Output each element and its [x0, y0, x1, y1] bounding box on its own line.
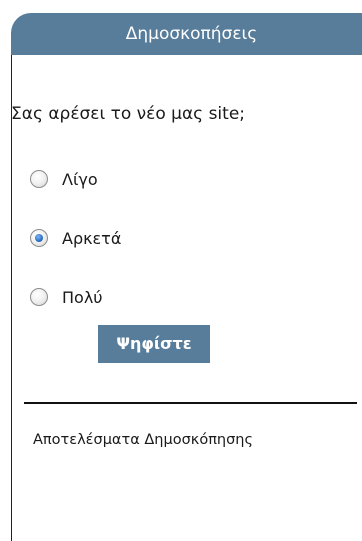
poll-widget: Δημοσκοπήσεις Σας αρέσει το νέο μας site…: [0, 0, 362, 541]
divider: [24, 402, 357, 404]
poll-title: Δημοσκοπήσεις: [11, 13, 362, 55]
poll-option-poly[interactable]: Πολύ: [30, 285, 103, 309]
poll-option-label: Αρκετά: [62, 228, 122, 248]
poll-option-label: Πολύ: [62, 287, 103, 307]
radio-button-poly[interactable]: [30, 288, 48, 306]
poll-option-label: Λίγο: [62, 169, 98, 189]
poll-option-arketa[interactable]: Αρκετά: [30, 226, 121, 250]
widget-left-border: [11, 55, 12, 541]
poll-question: Σας αρέσει το νέο μας site;: [11, 104, 245, 124]
radio-button-arketa[interactable]: [30, 229, 48, 247]
poll-results-link[interactable]: Αποτελέσματα Δημοσκόπησης: [33, 432, 253, 448]
vote-button[interactable]: Ψηφίστε: [98, 325, 210, 363]
radio-button-ligo[interactable]: [30, 170, 48, 188]
poll-option-ligo[interactable]: Λίγο: [30, 167, 98, 191]
